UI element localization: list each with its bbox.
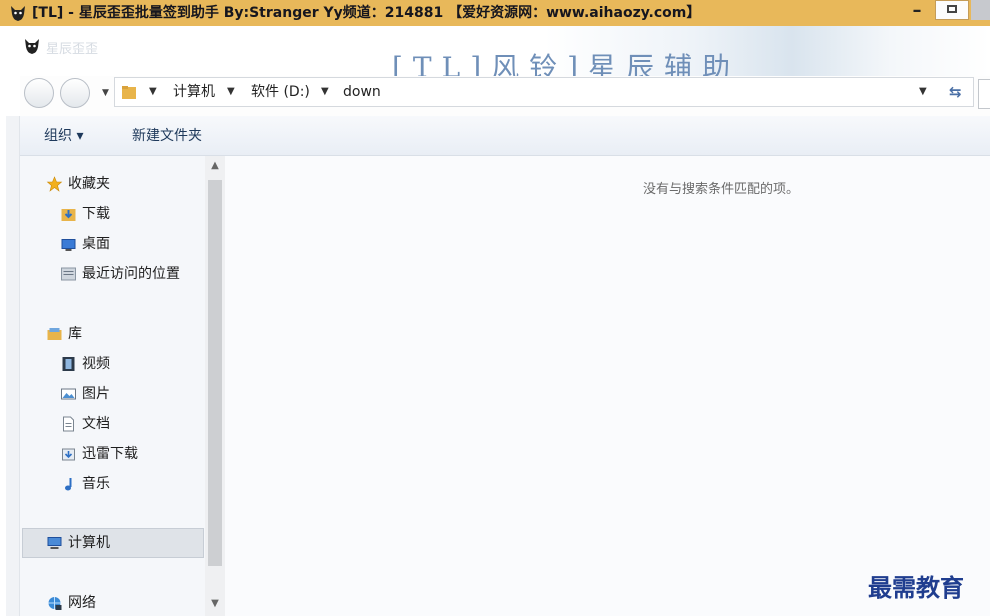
refresh-icon[interactable]: ⇆ [949,78,962,106]
forward-button[interactable] [60,78,90,108]
nav-recent-label: 最近访问的位置 [82,266,180,282]
maximize-button[interactable] [935,0,969,20]
nav-desktop-label: 桌面 [82,236,110,252]
nav-downloads-label: 下载 [82,206,110,222]
banner-title: [TL]风铃]星辰辅助 [392,51,741,76]
file-list-area[interactable]: 没有与搜索条件匹配的项。 [225,156,990,616]
pictures-icon [61,388,76,400]
nav-music-label: 音乐 [82,476,110,492]
scroll-up-icon[interactable]: ▲ [205,156,225,176]
command-toolbar: 组织 ▾ 新建文件夹 [20,116,990,156]
cat-app-icon [11,6,25,21]
banner-ghost-text: 星辰歪歪 [46,42,99,57]
crumb-separator[interactable]: ▼ [321,78,329,106]
address-row: ▼ ▼ 计算机 ▼ 软件 (D:) ▼ down ▼ ⇆ [0,76,990,116]
star-icon [46,176,63,192]
explorer-window: [TL] - 星辰歪歪批量签到助手 By:Stranger Yy频道：21488… [0,0,990,616]
organize-button[interactable]: 组织 ▾ [44,116,83,156]
recent-places-icon [61,267,76,281]
nav-libraries-label: 库 [68,326,82,342]
empty-results-message: 没有与搜索条件匹配的项。 [643,182,800,197]
video-icon [62,357,75,371]
nav-documents-label: 文档 [82,416,110,432]
downloads-folder-icon [61,209,76,221]
nav-video-label: 视频 [82,356,110,372]
music-icon [65,478,72,491]
recent-pages-dropdown[interactable]: ▼ [102,88,109,98]
thunder-download-icon [62,448,75,461]
scroll-down-icon[interactable]: ▼ [205,594,225,614]
documents-icon [63,416,74,432]
nav-pictures-label: 图片 [82,386,110,402]
crumb-drive-d[interactable]: 软件 (D:) [251,78,310,106]
desktop-icon [61,239,76,251]
close-button[interactable] [971,0,990,20]
nav-computer-label: 计算机 [68,535,110,551]
crumb-computer[interactable]: 计算机 [173,78,215,106]
maximize-icon [947,5,957,13]
window-title: [TL] - 星辰歪歪批量签到助手 By:Stranger Yy频道：21488… [32,5,701,21]
computer-icon [47,537,62,549]
scroll-thumb[interactable] [208,180,222,566]
nav-thunder-label: 迅雷下载 [82,446,138,462]
library-icon [47,328,62,340]
back-button[interactable] [24,78,54,108]
nav-network-label: 网络 [68,595,96,611]
crumb-separator[interactable]: ▼ [149,78,157,106]
address-bar[interactable]: ▼ 计算机 ▼ 软件 (D:) ▼ down ▼ ⇆ [114,77,974,107]
crumb-separator[interactable]: ▼ [227,78,235,106]
minimize-button[interactable]: – [902,0,932,24]
address-history-dropdown[interactable]: ▼ [919,78,927,106]
app-banner: 星辰歪歪 [TL]风铃]星辰辅助 [0,26,990,76]
folder-icon [122,86,136,99]
watermark-text: 最需教育 [868,573,964,602]
left-frame-accent [6,116,20,616]
new-folder-button[interactable]: 新建文件夹 [132,116,202,156]
title-bar[interactable]: [TL] - 星辰歪歪批量签到助手 By:Stranger Yy频道：21488… [0,0,990,26]
network-icon [48,597,62,610]
cat-logo-icon [25,39,39,54]
nav-scrollbar[interactable]: ▲ ▼ [205,156,225,616]
crumb-down[interactable]: down [343,78,381,106]
search-box-edge[interactable] [978,79,990,109]
nav-favorites-label: 收藏夹 [68,176,110,192]
